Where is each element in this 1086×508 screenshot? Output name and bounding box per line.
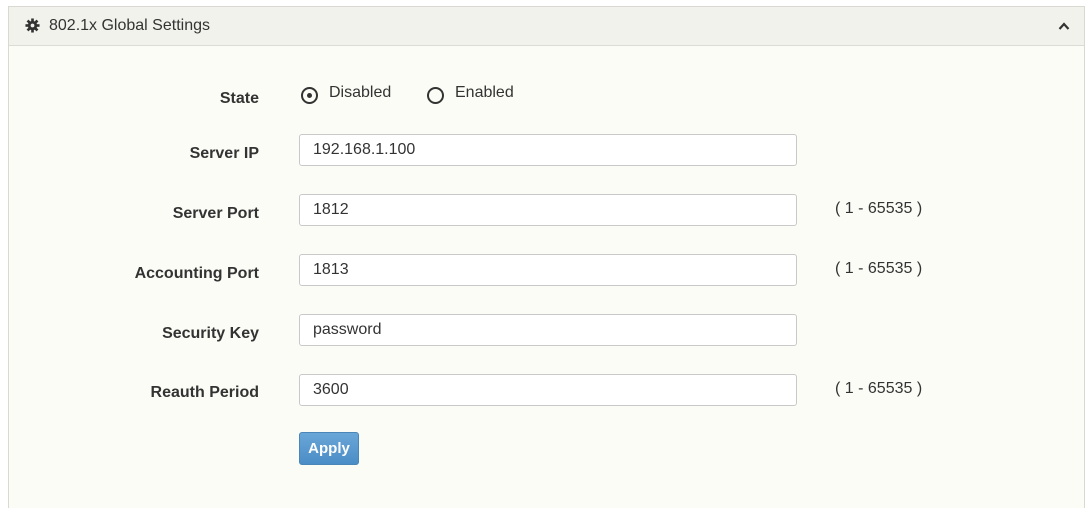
reauth-period-input[interactable] <box>299 374 797 406</box>
server-port-label: Server Port <box>172 205 259 222</box>
accounting-port-range: ( 1 - 65535 ) <box>835 260 923 277</box>
reauth-period-range: ( 1 - 65535 ) <box>835 380 923 397</box>
security-key-input[interactable] <box>299 314 797 346</box>
server-ip-input[interactable] <box>299 134 797 166</box>
gear-icon <box>25 18 40 33</box>
state-label: State <box>219 90 259 107</box>
chevron-up-icon[interactable] <box>1058 21 1070 31</box>
apply-button[interactable]: Apply <box>299 432 359 465</box>
accounting-port-input[interactable] <box>299 254 797 286</box>
state-disabled-label: Disabled <box>329 84 392 101</box>
server-port-range: ( 1 - 65535 ) <box>835 200 923 217</box>
radio-unselected-icon <box>427 87 444 104</box>
panel-header[interactable]: 802.1x Global Settings <box>9 7 1084 46</box>
state-disabled-radio[interactable]: Disabled <box>301 84 411 108</box>
server-port-input[interactable] <box>299 194 797 226</box>
global-settings-panel: 802.1x Global Settings State Disabled En… <box>8 6 1085 508</box>
server-ip-label: Server IP <box>189 145 259 162</box>
security-key-label: Security Key <box>162 325 259 342</box>
reauth-period-label: Reauth Period <box>150 384 259 401</box>
accounting-port-label: Accounting Port <box>134 265 259 282</box>
state-enabled-label: Enabled <box>455 84 514 101</box>
state-enabled-radio[interactable]: Enabled <box>427 84 537 108</box>
panel-title: 802.1x Global Settings <box>49 17 210 34</box>
radio-selected-icon <box>301 87 318 104</box>
